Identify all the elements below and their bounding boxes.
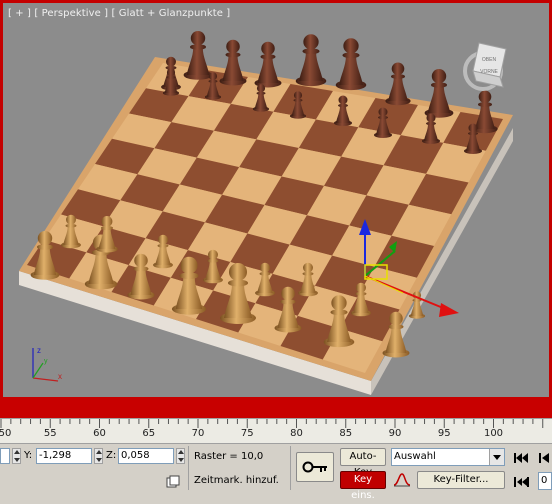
- z-spinner[interactable]: [176, 448, 185, 464]
- dark-chess-piece: [295, 34, 327, 87]
- ruler-label: 80: [290, 428, 303, 439]
- key-mode-toggle-icon[interactable]: [513, 474, 529, 488]
- set-key-button[interactable]: Key eins.: [340, 471, 386, 501]
- viewcube-top-label[interactable]: OBEN: [482, 57, 497, 63]
- current-frame-field[interactable]: 0: [538, 472, 552, 490]
- z-label: Z:: [106, 450, 117, 461]
- time-slider-bar[interactable]: [0, 397, 552, 418]
- viewcube[interactable]: OBEN VORNE: [463, 42, 507, 91]
- dark-chess-piece: [335, 38, 367, 91]
- ruler-label: 50: [0, 428, 12, 439]
- svg-text:y: y: [44, 358, 48, 365]
- track-bar[interactable]: 50 55 60 65 70 75 80 85 90 95 100: [0, 418, 552, 444]
- dark-chess-piece: [254, 41, 282, 88]
- perspective-viewport[interactable]: [ + ] [ Perspektive ] [ Glatt + Glanzpun…: [0, 0, 552, 400]
- y-coordinate-field[interactable]: -1,298: [36, 448, 92, 464]
- ruler-label: 95: [437, 428, 451, 439]
- ruler-label: 65: [142, 428, 156, 439]
- viewcube-front-label[interactable]: VORNE: [480, 69, 498, 75]
- ruler-label: 100: [483, 428, 504, 439]
- ruler-label: 70: [191, 428, 205, 439]
- key-icon: [302, 461, 327, 473]
- ruler-label: 55: [43, 428, 57, 439]
- time-tag-icon[interactable]: [166, 474, 180, 488]
- svg-text:z: z: [37, 346, 41, 355]
- dropdown-arrow-icon[interactable]: [489, 449, 504, 465]
- prev-frame-icon[interactable]: [538, 450, 552, 464]
- ruler-label: 90: [388, 428, 402, 439]
- key-filters-button[interactable]: Key-Filter...: [417, 471, 505, 489]
- dark-chess-piece: [183, 31, 213, 80]
- dark-chess-piece: [424, 69, 454, 118]
- auto-key-button[interactable]: Auto-Key: [340, 448, 386, 478]
- add-time-tag-button[interactable]: Zeitmark. hinzuf.: [194, 473, 279, 489]
- y-spinner[interactable]: [94, 448, 103, 464]
- z-coordinate-field[interactable]: 0,058: [118, 448, 174, 464]
- selection-set-dropdown[interactable]: Auswahl: [391, 448, 505, 466]
- y-label: Y:: [24, 450, 33, 461]
- ruler-label: 60: [93, 428, 106, 439]
- selection-set-value: Auswahl: [394, 451, 436, 462]
- axis-tripod-icon: z x y: [32, 346, 62, 382]
- set-key-mode-button[interactable]: [296, 452, 334, 482]
- chess-scene[interactable]: OBEN VORNE z x y: [3, 3, 552, 400]
- x-field-edge[interactable]: [0, 448, 10, 464]
- ruler-label: 75: [240, 428, 254, 439]
- x-spinner[interactable]: [12, 448, 21, 464]
- dark-chess-piece: [385, 62, 411, 106]
- svg-text:x: x: [58, 372, 62, 381]
- status-panel: Y: -1,298 Z: 0,058 Raster = 10,0 Zeitmar…: [0, 444, 552, 501]
- grid-size-text: Raster = 10,0: [194, 451, 264, 462]
- dark-chess-piece: [219, 39, 247, 86]
- curve-icon[interactable]: [393, 472, 411, 488]
- goto-start-icon[interactable]: [513, 450, 529, 464]
- ruler-label: 85: [339, 428, 353, 439]
